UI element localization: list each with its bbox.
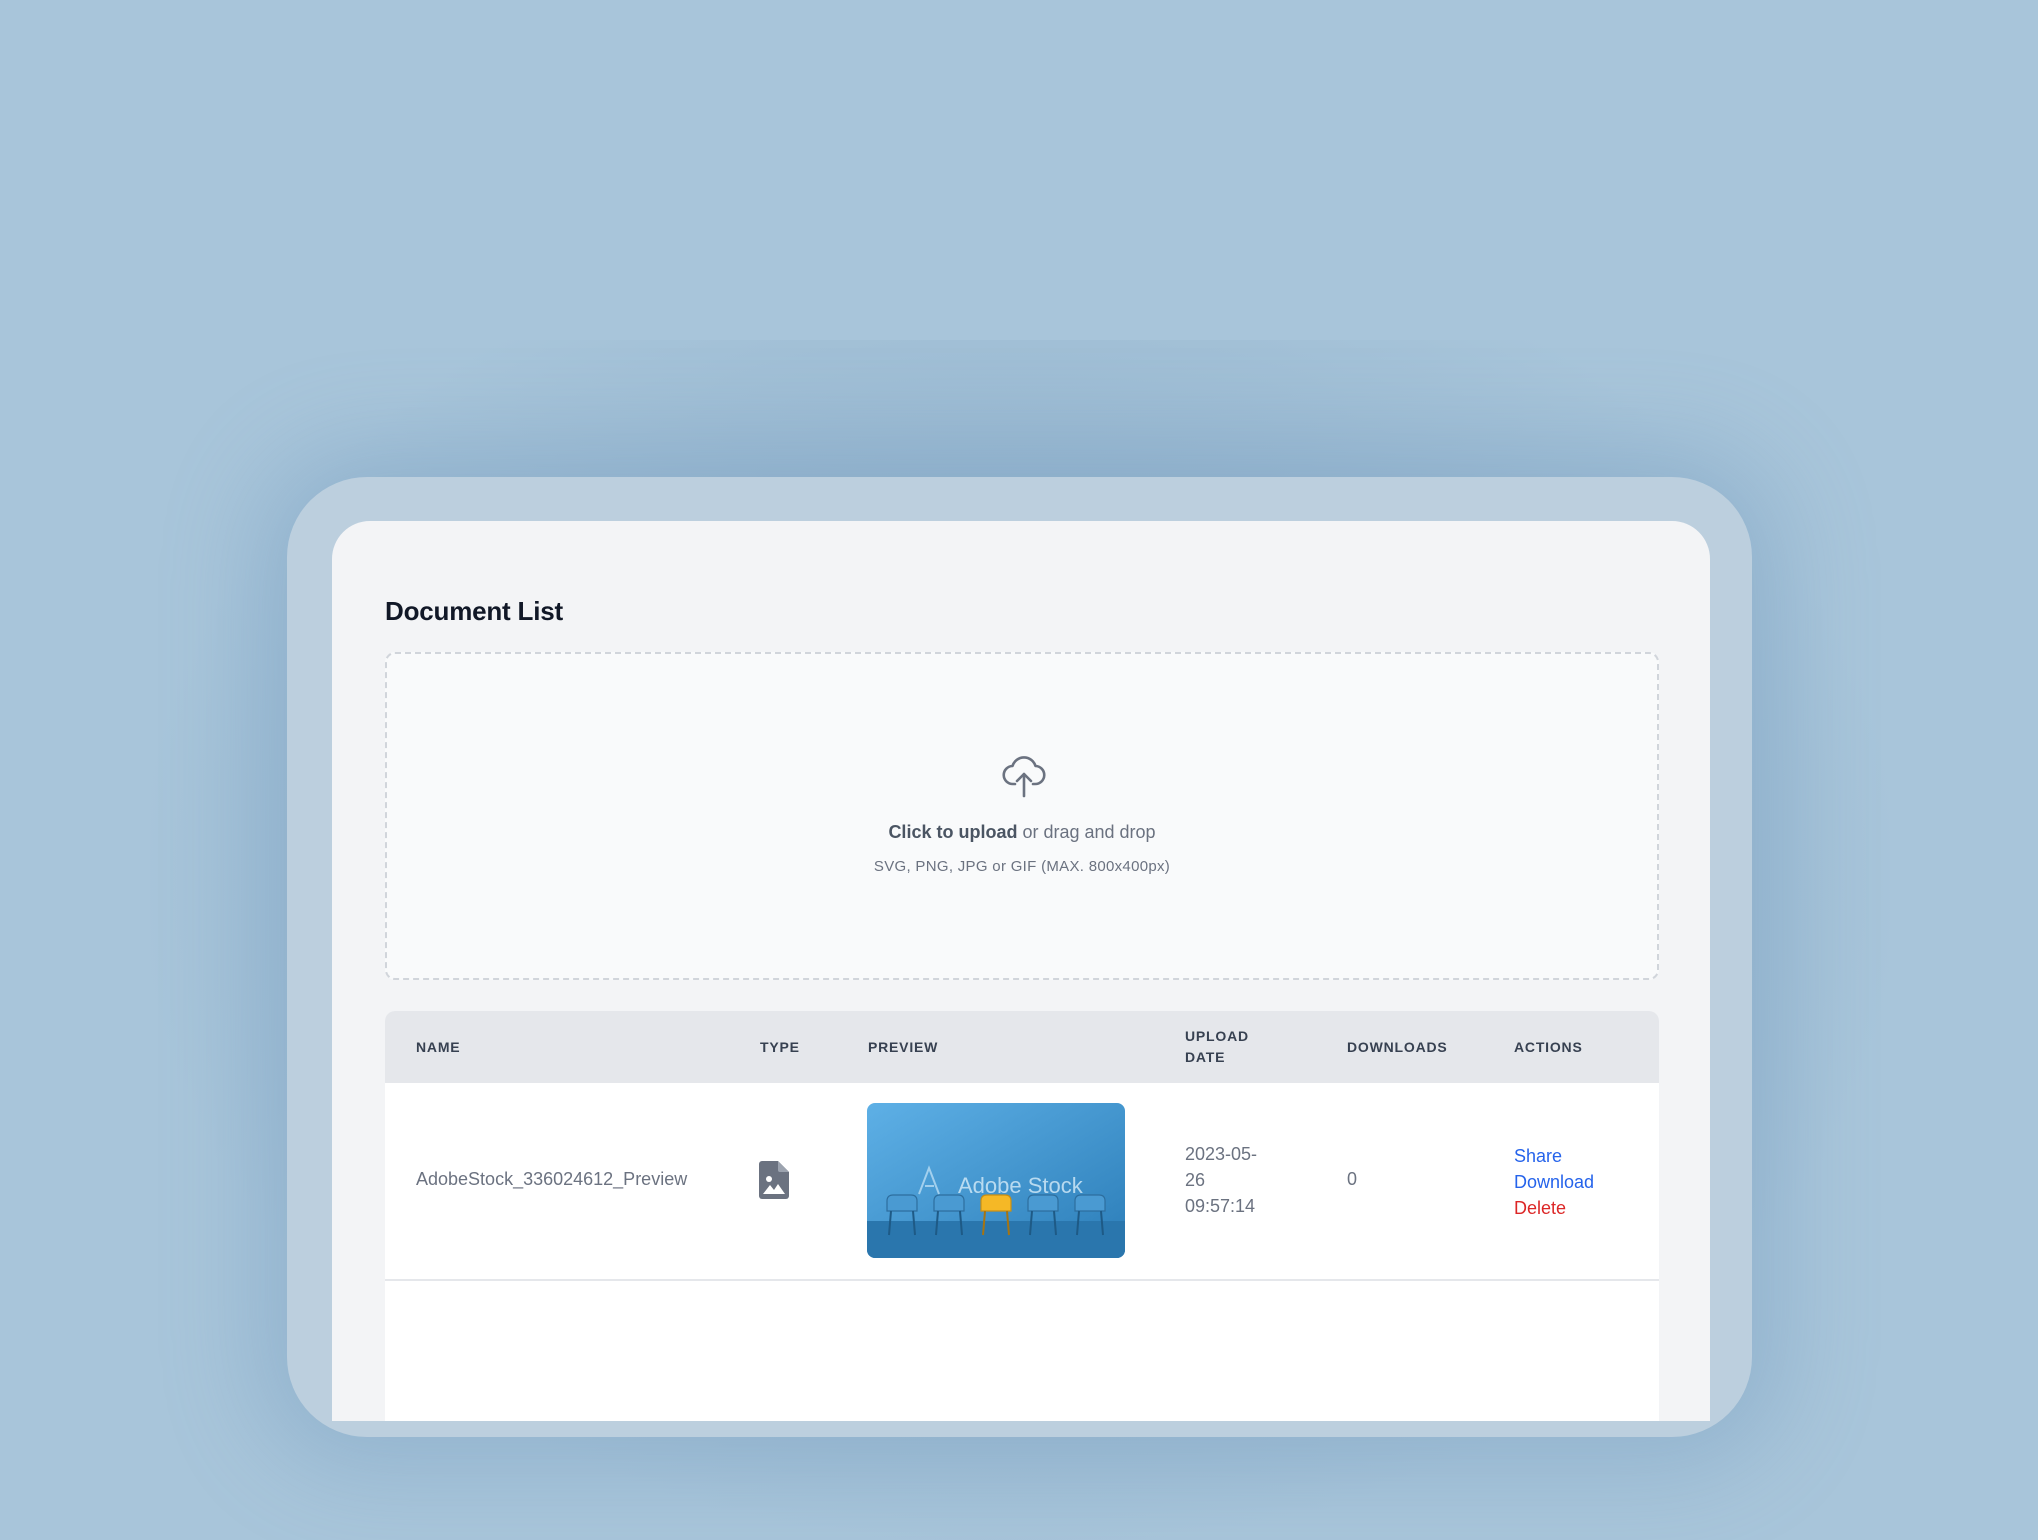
- document-table: NAME TYPE PREVIEW UPLOAD DATE DOWNLOADS …: [385, 1011, 1659, 1421]
- upload-instructions: Click to upload or drag and drop: [387, 822, 1657, 843]
- upload-file-hint: SVG, PNG, JPG or GIF (MAX. 800x400px): [873, 858, 1171, 875]
- upload-date-line3: 09:57:14: [1185, 1196, 1256, 1216]
- document-name: AdobeStock_336024612_Preview: [416, 1169, 688, 1189]
- table-header: NAME TYPE PREVIEW UPLOAD DATE DOWNLOADS …: [385, 1011, 1659, 1083]
- cloud-upload-icon: [1002, 756, 1046, 798]
- header-upload-date-line2: DATE: [1185, 1049, 1226, 1065]
- image-file-icon: [759, 1161, 789, 1199]
- document-preview-thumbnail[interactable]: Adobe Stock: [867, 1103, 1125, 1258]
- page-title: Document List: [385, 596, 563, 626]
- preview-watermark: Adobe Stock: [958, 1173, 1084, 1198]
- header-downloads: DOWNLOADS: [1347, 1039, 1448, 1055]
- table-row: AdobeStock_336024612_Preview Adobe Stock…: [385, 1083, 1659, 1281]
- header-preview: PREVIEW: [868, 1039, 939, 1055]
- header-actions: ACTIONS: [1514, 1039, 1583, 1055]
- upload-cta-rest: or drag and drop: [1017, 822, 1156, 842]
- header-name: NAME: [416, 1039, 461, 1055]
- upload-dropzone[interactable]: Click to upload or drag and drop SVG, PN…: [385, 652, 1659, 980]
- delete-link[interactable]: Delete: [1514, 1195, 1594, 1221]
- header-type: TYPE: [760, 1039, 800, 1055]
- upload-date-line2: 26: [1185, 1170, 1206, 1190]
- upload-cta: Click to upload: [888, 822, 1018, 842]
- download-link[interactable]: Download: [1514, 1169, 1594, 1195]
- preview-image: Adobe Stock: [867, 1103, 1125, 1258]
- upload-date-line1: 2023-05-: [1185, 1144, 1258, 1164]
- row-actions: Share Download Delete: [1514, 1143, 1594, 1221]
- header-upload-date: UPLOAD DATE: [1185, 1026, 1249, 1068]
- app-screen: Document List Click to upload or drag an…: [332, 521, 1710, 1421]
- upload-date: 2023-05- 26 09:57:14: [1185, 1141, 1257, 1219]
- header-upload-date-line1: UPLOAD: [1185, 1028, 1249, 1044]
- download-count: 0: [1347, 1169, 1358, 1189]
- share-link[interactable]: Share: [1514, 1143, 1594, 1169]
